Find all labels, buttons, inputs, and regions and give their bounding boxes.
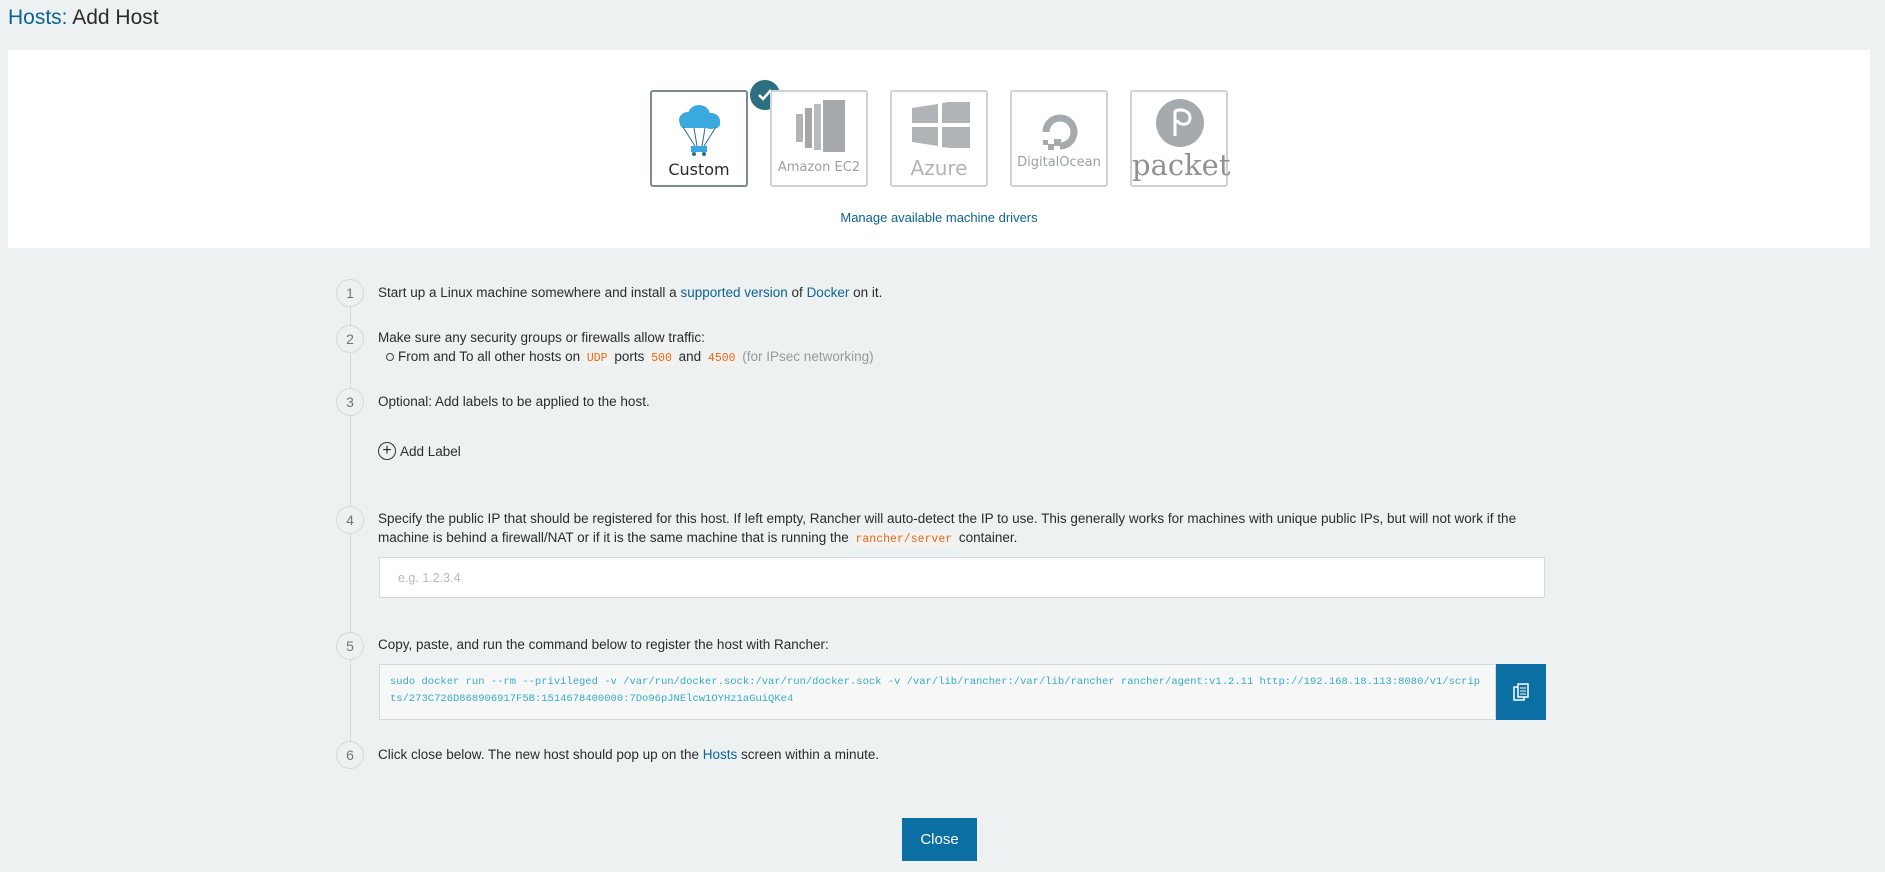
parachute-cloud-icon — [679, 105, 720, 156]
close-button[interactable]: Close — [902, 818, 977, 861]
step-6-text: Click close below. The new host should p… — [378, 747, 880, 762]
plus-circle-icon: + — [378, 442, 396, 460]
driver-custom[interactable]: Custom — [650, 78, 782, 187]
hosts-link[interactable]: Hosts — [703, 747, 738, 762]
protocol-code: UDP — [583, 351, 611, 366]
step-4-text: Specify the public IP that should be reg… — [378, 511, 1517, 547]
amazon-ec2-icon — [796, 100, 845, 152]
add-host-steps: 1 Start up a Linux machine somewhere and… — [336, 278, 1546, 769]
page-title-text: Add Host — [72, 6, 159, 29]
driver-packet[interactable]: packet — [1130, 90, 1231, 187]
copy-command-button[interactable] — [1496, 664, 1546, 720]
driver-azure-label: Azure — [910, 156, 968, 180]
docker-link[interactable]: Docker — [807, 285, 850, 300]
page-title: Hosts: Add Host — [8, 6, 159, 30]
rancher-server-code: rancher/server — [852, 532, 956, 547]
driver-digitalocean[interactable]: DigitalOcean — [1010, 90, 1108, 187]
driver-digitalocean-label: DigitalOcean — [1017, 155, 1101, 170]
step-number-3: 3 — [336, 388, 364, 416]
step-number-6: 6 — [336, 741, 364, 769]
step-number-4: 4 — [336, 506, 364, 534]
port-4500-code: 4500 — [704, 351, 739, 366]
machine-drivers-panel: Custom Amazon EC2 Azure DigitalOcean pac… — [8, 50, 1870, 248]
add-label-button[interactable]: + Add Label — [378, 442, 461, 460]
step-2-text: Make sure any security groups or firewal… — [378, 330, 705, 345]
port-500-code: 500 — [648, 351, 675, 366]
step-5-text: Copy, paste, and run the command below t… — [378, 637, 829, 652]
breadcrumb-hosts[interactable]: Hosts: — [8, 6, 68, 29]
step-1-text: Start up a Linux machine somewhere and i… — [378, 285, 883, 300]
manage-drivers-link[interactable]: Manage available machine drivers — [8, 210, 1870, 225]
step-3-text: Optional: Add labels to be applied to th… — [378, 394, 650, 409]
driver-amazon-ec2-label: Amazon EC2 — [777, 160, 861, 175]
supported-version-link[interactable]: supported version — [680, 285, 787, 300]
driver-packet-label: packet — [1132, 148, 1231, 182]
step-number-1: 1 — [336, 279, 364, 307]
azure-windows-icon — [912, 102, 970, 148]
driver-amazon-ec2[interactable]: Amazon EC2 — [770, 90, 868, 187]
step-number-5: 5 — [336, 632, 364, 660]
registration-command[interactable]: sudo docker run --rm --privileged -v /va… — [379, 664, 1496, 720]
step-number-2: 2 — [336, 325, 364, 353]
step-2-bullet: From and To all other hosts on UDP ports… — [386, 347, 874, 368]
driver-azure[interactable]: Azure — [890, 90, 988, 187]
public-ip-input[interactable] — [379, 557, 1545, 598]
driver-custom-label: Custom — [668, 160, 730, 179]
clipboard-icon — [1513, 683, 1529, 701]
packet-icon — [1156, 99, 1204, 147]
digitalocean-icon — [1042, 114, 1078, 150]
